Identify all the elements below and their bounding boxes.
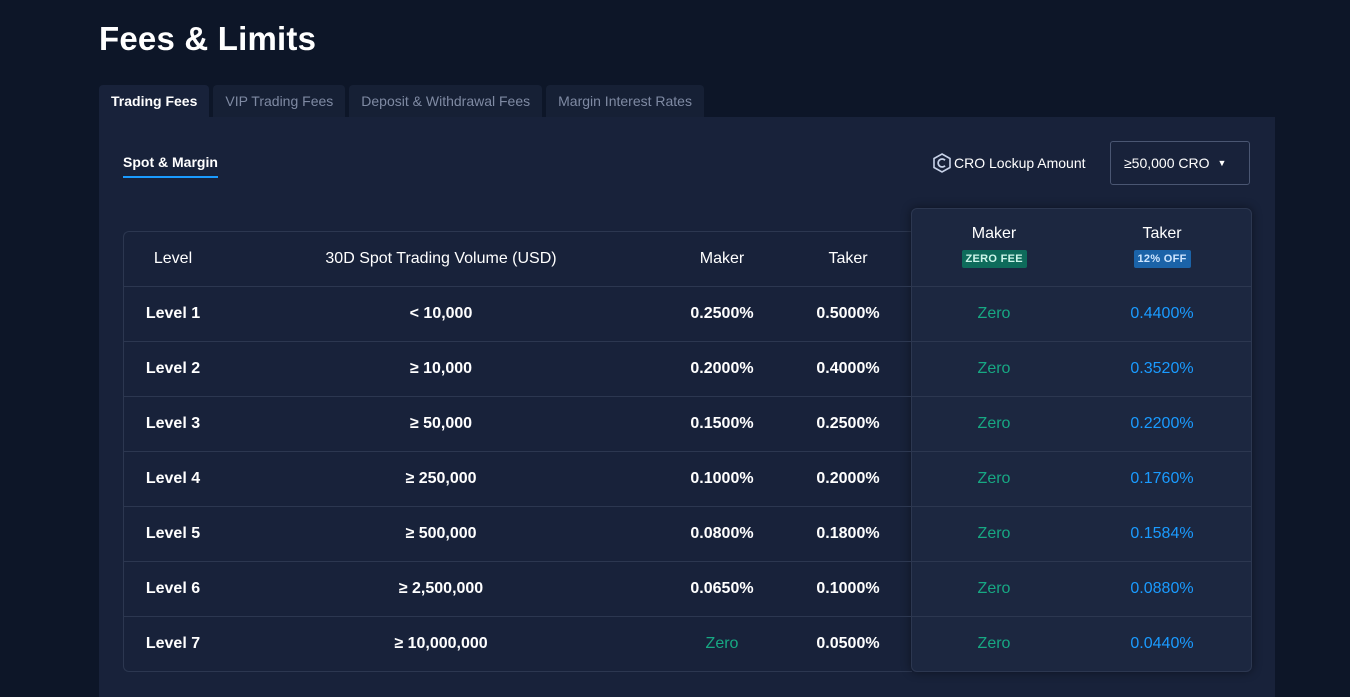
cro-coin-icon [932,153,952,173]
header-divider [124,286,1252,287]
row-cro-taker-fee: 0.4400% [1130,305,1194,322]
main-tabs: Trading Fees VIP Trading Fees Deposit & … [99,85,708,117]
trading-fees-panel: Spot & Margin CRO Lockup Amount ≥50,000 … [99,117,1275,697]
subtab-spot-margin[interactable]: Spot & Margin [123,154,218,178]
row-level: Level 4 [145,470,201,487]
row-volume: ≥ 250,000 [405,470,477,487]
row-level: Level 1 [145,305,201,322]
row-divider [124,396,1252,397]
cro-lockup-label-group: CRO Lockup Amount [932,153,1086,173]
row-cro-taker-fee: 0.2200% [1130,415,1194,432]
row-volume: ≥ 10,000,000 [394,635,488,652]
tab-margin-interest-rates[interactable]: Margin Interest Rates [546,85,704,117]
discount-badge: 12% OFF [1133,250,1191,268]
caret-down-icon: ▼ [1217,158,1227,168]
row-level: Level 5 [145,525,201,542]
row-divider [124,341,1252,342]
cro-discount-columns [911,208,1252,672]
row-divider [124,451,1252,452]
row-level: Level 3 [145,415,201,432]
header-level: Level [153,250,193,267]
row-volume: ≥ 500,000 [405,525,477,542]
cro-lockup-dropdown[interactable]: ≥50,000 CRO ▼ [1110,141,1250,185]
row-volume: ≥ 50,000 [409,415,473,432]
row-cro-taker-fee: 0.1760% [1130,470,1194,487]
tab-vip-trading-fees[interactable]: VIP Trading Fees [213,85,346,117]
row-level: Level 2 [145,360,201,377]
row-divider [124,506,1252,507]
tab-trading-fees[interactable]: Trading Fees [99,85,210,117]
row-cro-taker-fee: 0.0880% [1130,580,1194,597]
cro-lockup-selected: ≥50,000 CRO [1124,155,1210,171]
row-cro-taker-fee: 0.0440% [1130,635,1194,652]
tab-deposit-withdrawal-fees[interactable]: Deposit & Withdrawal Fees [349,85,543,117]
row-cro-taker-fee: 0.1584% [1130,525,1194,542]
fees-limits-page: Fees & Limits Trading Fees VIP Trading F… [0,0,1350,697]
row-divider [124,561,1252,562]
header-cro-taker: Taker [1142,225,1182,242]
row-level: Level 6 [145,580,201,597]
page-title: Fees & Limits [99,20,317,57]
header-volume: 30D Spot Trading Volume (USD) [325,250,557,267]
row-divider [124,616,1252,617]
cro-lockup-label: CRO Lockup Amount [954,155,1086,171]
row-level: Level 7 [145,635,201,652]
zero-fee-badge: ZERO FEE [961,250,1027,268]
row-volume: ≥ 10,000 [409,360,473,377]
row-volume: ≥ 2,500,000 [398,580,484,597]
row-cro-taker-fee: 0.3520% [1130,360,1194,377]
header-taker: Taker [828,250,868,267]
row-volume: < 10,000 [409,305,473,322]
